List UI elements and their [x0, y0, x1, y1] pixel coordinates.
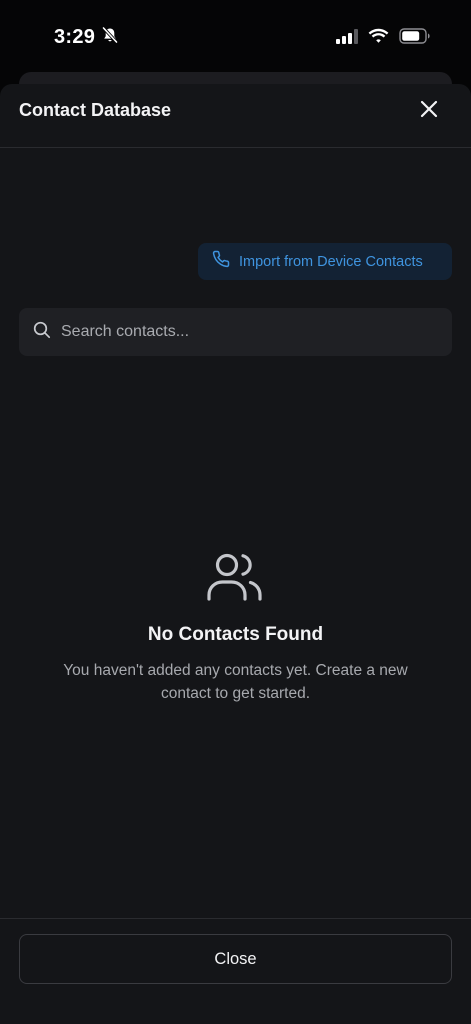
import-device-contacts-button[interactable]: Import from Device Contacts — [198, 243, 452, 280]
users-icon — [205, 551, 265, 603]
status-indicators — [336, 28, 431, 49]
cellular-signal-icon — [336, 28, 358, 49]
status-time-group: 3:29 — [54, 26, 119, 49]
status-bar: 3:29 — [0, 0, 471, 76]
close-button-label: Close — [214, 949, 257, 968]
bell-slash-icon — [101, 26, 119, 49]
close-button[interactable]: Close — [19, 934, 452, 984]
search-icon — [33, 321, 51, 344]
close-icon — [419, 99, 439, 124]
modal-title: Contact Database — [19, 100, 172, 120]
empty-state-title: No Contacts Found — [147, 624, 324, 645]
close-icon-button[interactable] — [414, 96, 444, 126]
search-field[interactable] — [19, 308, 452, 356]
empty-state-description: You haven't added any contacts yet. Crea… — [63, 662, 408, 702]
wifi-icon — [368, 28, 389, 49]
phone-icon — [212, 250, 230, 273]
search-input[interactable] — [61, 323, 421, 341]
screen: 3:29 Contact Database Import from Device… — [0, 0, 471, 1024]
battery-icon — [399, 28, 431, 49]
import-button-label: Import from Device Contacts — [239, 253, 423, 270]
status-time: 3:29 — [54, 26, 96, 48]
